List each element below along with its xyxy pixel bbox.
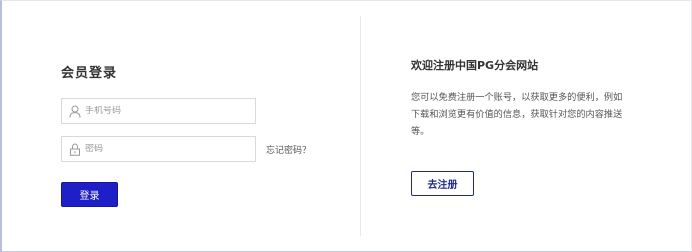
forgot-password-link[interactable]: 忘记密码？ xyxy=(266,143,311,156)
login-title: 会员登录 xyxy=(61,66,118,81)
phone-field[interactable] xyxy=(61,98,256,124)
password-input[interactable] xyxy=(85,144,245,154)
welcome-title: 欢迎注册中国PG分会网站 xyxy=(411,59,539,72)
password-field[interactable] xyxy=(61,136,256,162)
phone-input[interactable] xyxy=(85,106,245,116)
user-icon xyxy=(68,104,82,118)
welcome-description: 您可以免费注册一个账号，以获取更多的便利，例如下载和浏览更有价值的信息，获取针对… xyxy=(411,92,623,137)
login-button[interactable]: 登录 xyxy=(61,182,118,207)
lock-icon xyxy=(68,142,82,156)
panel-divider xyxy=(360,16,361,236)
register-button[interactable]: 去注册 xyxy=(411,171,474,196)
